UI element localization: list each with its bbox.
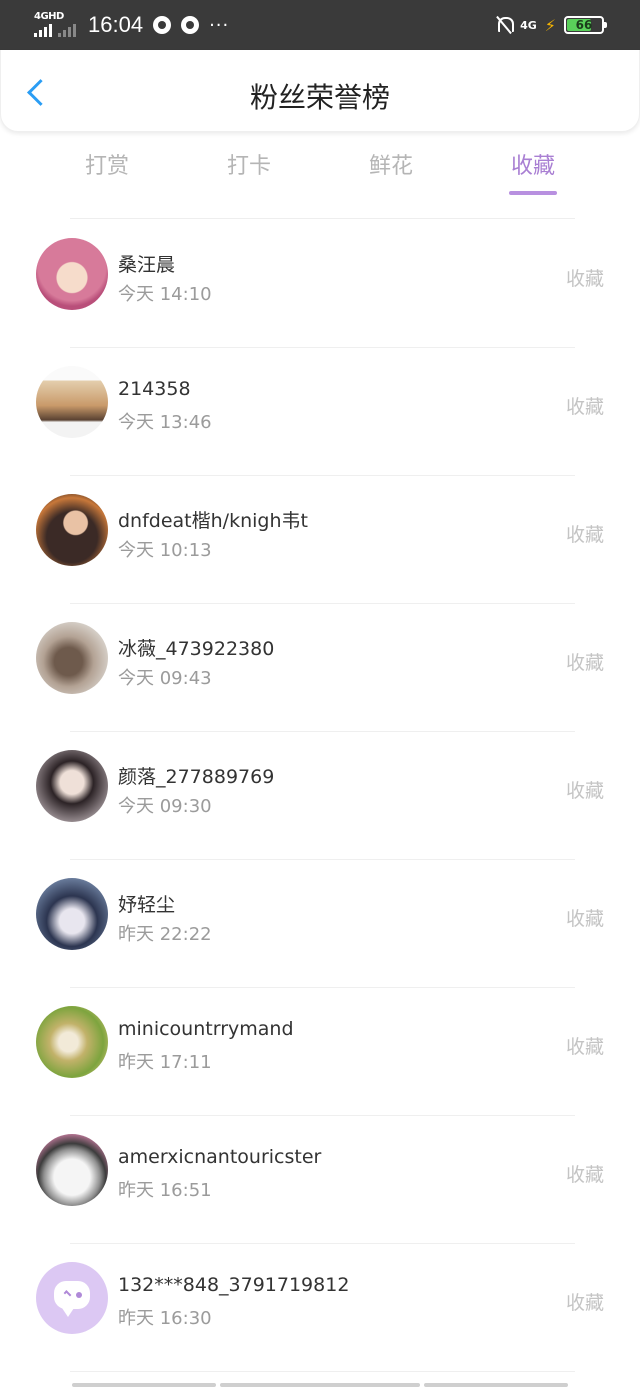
avatar[interactable] (36, 622, 108, 694)
action-label: 收藏 (565, 1164, 604, 1186)
avatar[interactable] (36, 238, 108, 310)
action-label: 收藏 (565, 524, 604, 546)
list-item[interactable]: minicountrrymand 昨天 17:11 收藏 (0, 988, 640, 1116)
list-item[interactable]: dnfdeat楷h/knigh韦t 今天 10:13 收藏 (0, 476, 640, 604)
avatar[interactable] (36, 1134, 108, 1206)
network-4g: 4G (520, 18, 537, 32)
user-name: 颜落_277889769 (118, 766, 275, 788)
signal-2-icon (58, 23, 76, 37)
status-left: 4GHD 16:04 ··· (34, 0, 229, 50)
avatar[interactable] (36, 1262, 108, 1334)
timestamp: 昨天 22:22 (118, 924, 212, 945)
list-item[interactable]: 妤轻尘 昨天 22:22 收藏 (0, 860, 640, 988)
tab-reward[interactable]: 打赏 (47, 148, 167, 180)
list-item[interactable]: 132***848_3791719812 昨天 16:30 收藏 (0, 1244, 640, 1372)
action-label: 收藏 (565, 1292, 604, 1314)
timestamp: 今天 14:10 (118, 284, 212, 305)
list-item[interactable]: 冰薇_473922380 今天 09:43 收藏 (0, 604, 640, 732)
timestamp: 昨天 16:30 (118, 1308, 212, 1329)
avatar[interactable] (36, 878, 108, 950)
scroll-indicator (424, 1383, 568, 1387)
timestamp: 昨天 17:11 (118, 1052, 212, 1073)
action-label: 收藏 (565, 652, 604, 674)
divider (70, 1371, 575, 1372)
status-bar: 4GHD 16:04 ··· 4G ⚡ 66 (0, 0, 640, 50)
action-label: 收藏 (565, 268, 604, 290)
music-icon (153, 16, 172, 34)
avatar[interactable] (36, 494, 108, 566)
page-title: 粉丝荣誉榜 (249, 81, 390, 114)
timestamp: 今天 09:43 (118, 668, 212, 689)
tab-checkin[interactable]: 打卡 (189, 148, 309, 180)
mute-bell-icon (496, 16, 515, 34)
charging-icon: ⚡ (544, 15, 556, 35)
avatar[interactable] (36, 1006, 108, 1078)
tab-flowers[interactable]: 鲜花 (331, 148, 451, 180)
user-name: 132***848_3791719812 (118, 1274, 350, 1296)
user-name: 妤轻尘 (118, 894, 176, 916)
user-name: 冰薇_473922380 (118, 638, 275, 660)
avatar[interactable] (36, 366, 108, 438)
list-item[interactable]: 颜落_277889769 今天 09:30 收藏 (0, 732, 640, 860)
more-dots: ··· (209, 14, 230, 36)
status-right: 4G ⚡ 66 (496, 0, 607, 50)
chat-bubble-icon (54, 1281, 90, 1317)
user-name: minicountrrymand (118, 1018, 294, 1040)
timestamp: 今天 10:13 (118, 540, 212, 561)
active-tab-indicator (509, 191, 557, 195)
battery-icon: 66 (564, 16, 607, 34)
header: 粉丝荣誉榜 (0, 50, 640, 132)
tab-favorites[interactable]: 收藏 (473, 148, 593, 180)
signal-icon (34, 23, 52, 37)
battery-level: 66 (575, 18, 593, 32)
user-name: amerxicnantouricster (118, 1146, 322, 1168)
scroll-indicator (220, 1383, 420, 1387)
timestamp: 今天 09:30 (118, 796, 212, 817)
action-label: 收藏 (565, 780, 604, 802)
scroll-indicator (72, 1383, 216, 1387)
list-item[interactable]: 214358 今天 13:46 收藏 (0, 348, 640, 476)
action-label: 收藏 (565, 396, 604, 418)
avatar[interactable] (36, 750, 108, 822)
user-name: 桑汪晨 (118, 254, 176, 276)
user-name: 214358 (118, 378, 191, 400)
timestamp: 今天 13:46 (118, 412, 212, 433)
status-time: 16:04 (88, 12, 144, 37)
user-name: dnfdeat楷h/knigh韦t (118, 510, 308, 532)
network-type: 4GHD (34, 11, 64, 22)
divider (70, 218, 575, 219)
action-label: 收藏 (565, 1036, 604, 1058)
list-item[interactable]: 桑汪晨 今天 14:10 收藏 (0, 220, 640, 348)
timestamp: 昨天 16:51 (118, 1180, 212, 1201)
speed-icon (181, 16, 200, 34)
list-item[interactable]: amerxicnantouricster 昨天 16:51 收藏 (0, 1116, 640, 1244)
tab-bar: 打赏 打卡 鲜花 收藏 (35, 148, 605, 208)
action-label: 收藏 (565, 908, 604, 930)
